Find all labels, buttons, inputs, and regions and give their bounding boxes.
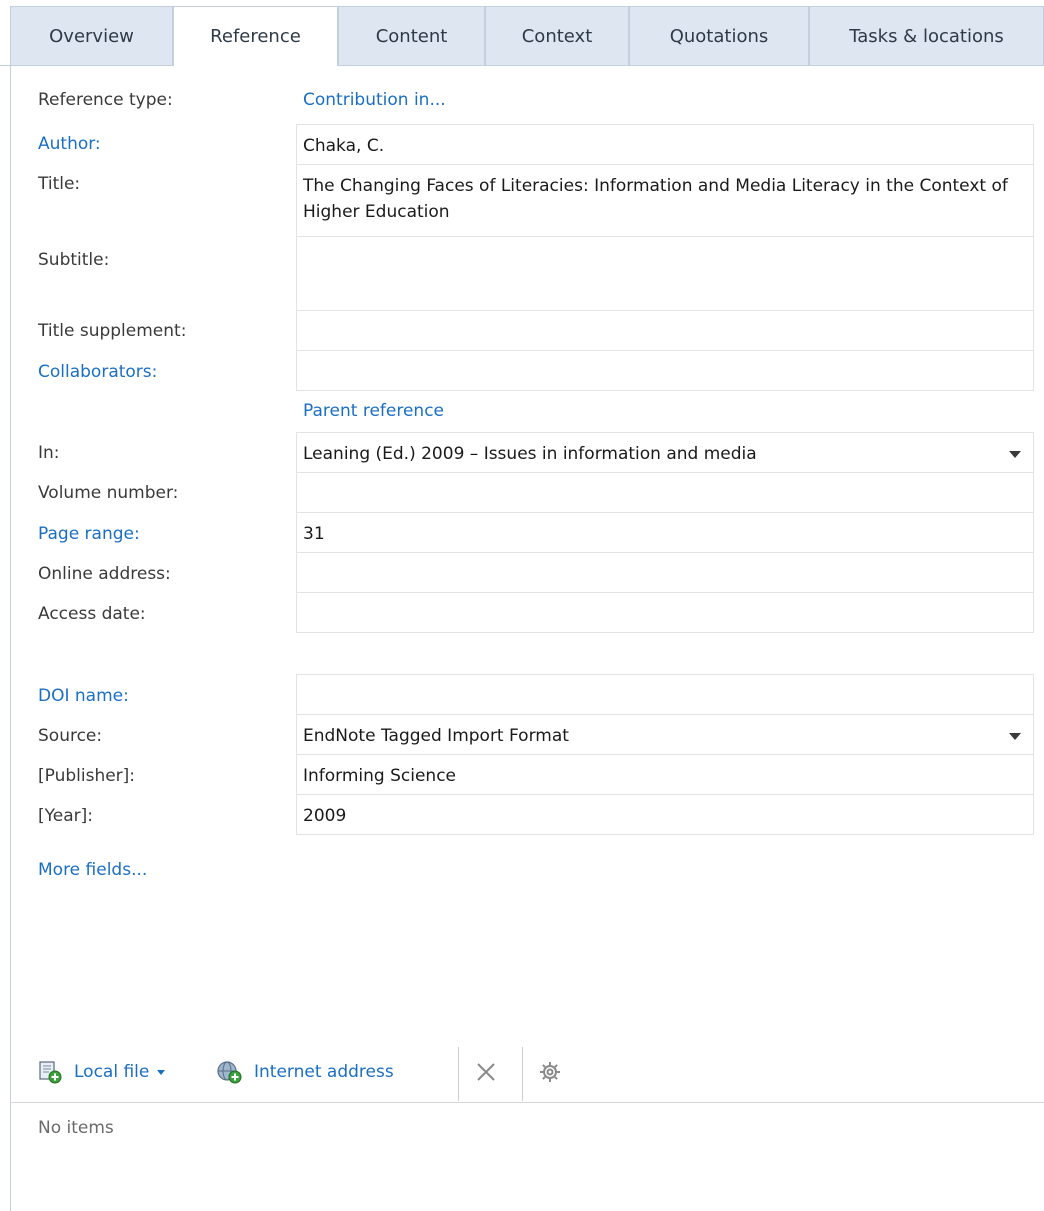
toolbar-separator bbox=[458, 1047, 459, 1101]
access-date-field[interactable] bbox=[296, 592, 1034, 633]
tab-bar: Overview Reference Content Context Quota… bbox=[0, 0, 1044, 66]
doi-name-label[interactable]: DOI name: bbox=[38, 686, 129, 706]
online-address-label: Online address: bbox=[38, 564, 171, 584]
tab-tasks-locations[interactable]: Tasks & locations bbox=[809, 6, 1044, 66]
local-file-add-icon bbox=[38, 1060, 62, 1084]
online-address-field[interactable] bbox=[296, 552, 1034, 593]
settings-button[interactable] bbox=[538, 1050, 562, 1094]
collaborators-field[interactable] bbox=[296, 350, 1034, 391]
access-date-label: Access date: bbox=[38, 604, 146, 624]
more-fields-link[interactable]: More fields... bbox=[38, 860, 147, 880]
tab-label: Content bbox=[375, 26, 448, 47]
title-value: The Changing Faces of Literacies: Inform… bbox=[303, 176, 1008, 222]
tab-quotations[interactable]: Quotations bbox=[629, 6, 809, 66]
publisher-field[interactable]: Informing Science bbox=[296, 754, 1034, 795]
reference-type-label: Reference type: bbox=[38, 90, 173, 110]
publisher-label: [Publisher]: bbox=[38, 766, 136, 786]
author-value: Chaka, C. bbox=[303, 136, 385, 156]
reference-type-link[interactable]: Contribution in... bbox=[303, 90, 446, 110]
delete-icon bbox=[474, 1060, 498, 1084]
tab-context[interactable]: Context bbox=[485, 6, 629, 66]
settings-gear-icon bbox=[538, 1060, 562, 1084]
page-range-label[interactable]: Page range: bbox=[38, 524, 140, 544]
author-field[interactable]: Chaka, C. bbox=[296, 124, 1034, 165]
local-file-label: Local file bbox=[74, 1062, 150, 1082]
in-label: In: bbox=[38, 443, 60, 463]
active-tab-connector bbox=[174, 64, 337, 67]
source-dropdown[interactable]: EndNote Tagged Import Format bbox=[296, 714, 1034, 755]
parent-reference-link[interactable]: Parent reference bbox=[303, 401, 444, 421]
chevron-down-icon[interactable] bbox=[1009, 451, 1021, 458]
publisher-value: Informing Science bbox=[303, 766, 457, 786]
volume-number-label: Volume number: bbox=[38, 483, 179, 503]
tab-divider bbox=[0, 65, 1044, 66]
subtitle-field[interactable] bbox=[296, 236, 1034, 311]
tab-overview[interactable]: Overview bbox=[10, 6, 173, 66]
tab-reference[interactable]: Reference bbox=[173, 6, 338, 66]
title-supplement-label: Title supplement: bbox=[38, 321, 187, 341]
year-value: 2009 bbox=[303, 806, 347, 826]
tab-label: Quotations bbox=[669, 26, 769, 47]
year-label: [Year]: bbox=[38, 806, 93, 826]
chevron-down-icon[interactable] bbox=[157, 1069, 166, 1075]
attachments-empty-text: No items bbox=[38, 1118, 114, 1138]
internet-address-button[interactable]: Internet address bbox=[216, 1050, 394, 1094]
internet-address-add-icon bbox=[216, 1060, 242, 1084]
page-range-field[interactable]: 31 bbox=[296, 512, 1034, 553]
subtitle-label: Subtitle: bbox=[38, 250, 110, 270]
title-field[interactable]: The Changing Faces of Literacies: Inform… bbox=[296, 164, 1034, 237]
doi-name-field[interactable] bbox=[296, 674, 1034, 715]
collaborators-label[interactable]: Collaborators: bbox=[38, 362, 157, 382]
internet-address-label: Internet address bbox=[254, 1062, 394, 1082]
in-value: Leaning (Ed.) 2009 – Issues in informati… bbox=[303, 444, 757, 464]
attachments-divider bbox=[10, 1102, 1044, 1103]
title-supplement-field[interactable] bbox=[296, 310, 1034, 351]
title-label: Title: bbox=[38, 174, 81, 194]
tab-label: Reference bbox=[210, 26, 301, 47]
toolbar-separator bbox=[522, 1047, 523, 1101]
tab-label: Context bbox=[521, 26, 593, 47]
tab-label: Tasks & locations bbox=[849, 26, 1004, 47]
delete-button[interactable] bbox=[474, 1050, 498, 1094]
in-dropdown[interactable]: Leaning (Ed.) 2009 – Issues in informati… bbox=[296, 432, 1034, 473]
source-label: Source: bbox=[38, 726, 103, 746]
volume-number-field[interactable] bbox=[296, 472, 1034, 513]
panel-left-border bbox=[10, 66, 11, 1211]
local-file-button[interactable]: Local file bbox=[38, 1050, 166, 1094]
source-value: EndNote Tagged Import Format bbox=[303, 726, 569, 746]
chevron-down-icon[interactable] bbox=[1009, 733, 1021, 740]
page-range-value: 31 bbox=[303, 524, 325, 544]
attachment-toolbar: Local file Internet address bbox=[38, 1050, 1028, 1094]
author-label[interactable]: Author: bbox=[38, 134, 101, 154]
year-field[interactable]: 2009 bbox=[296, 794, 1034, 835]
tab-content[interactable]: Content bbox=[338, 6, 485, 66]
tab-label: Overview bbox=[49, 26, 134, 47]
